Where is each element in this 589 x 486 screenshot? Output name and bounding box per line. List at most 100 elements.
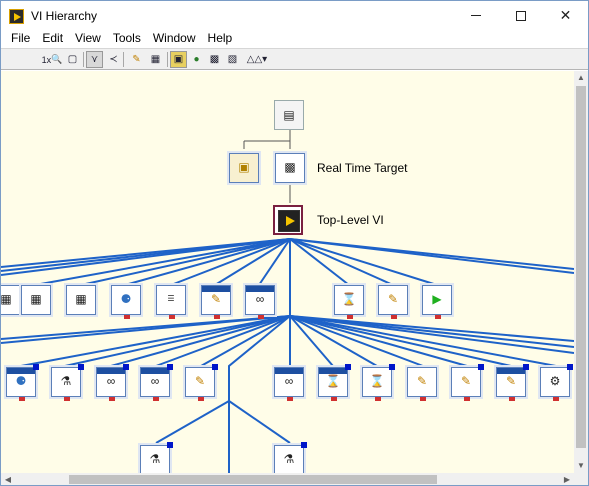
- subvi-node[interactable]: ∞: [96, 364, 129, 401]
- menu-edit[interactable]: Edit: [36, 29, 69, 47]
- layout-horizontal-icon[interactable]: ≺: [105, 51, 122, 68]
- menu-file[interactable]: File: [5, 29, 36, 47]
- modified-marker-icon: [212, 364, 218, 370]
- sequence-icon: ⚗: [149, 452, 161, 466]
- subvi-node[interactable]: ∞: [245, 285, 275, 319]
- include-globals-icon[interactable]: ●: [188, 51, 205, 68]
- toolbar-separator: [123, 52, 124, 67]
- pencil-icon: ✎: [387, 292, 399, 306]
- subvi-node[interactable]: ▦: [1, 285, 21, 315]
- minimize-button[interactable]: [453, 1, 498, 30]
- subvi-node[interactable]: ✎: [185, 364, 218, 401]
- menu-tools[interactable]: Tools: [107, 29, 147, 47]
- realtime-target-icon: ▩: [284, 160, 296, 174]
- project-icon: ▤: [283, 108, 295, 122]
- fpga-target-icon: ▣: [238, 160, 250, 174]
- error-terminal-icon: [109, 397, 115, 401]
- target-node-realtime[interactable]: ▩: [275, 153, 305, 183]
- error-terminal-icon: [435, 315, 441, 319]
- modified-marker-icon: [167, 442, 173, 448]
- pencil-icon[interactable]: ✎: [128, 51, 145, 68]
- labels-dropdown-icon[interactable]: △△▾: [245, 51, 269, 68]
- error-terminal-icon: [19, 397, 25, 401]
- layout-vertical-icon[interactable]: ⋎: [86, 51, 103, 68]
- subvi-node[interactable]: ✎: [451, 364, 484, 401]
- show-all-vis-icon[interactable]: ▧: [224, 51, 241, 68]
- close-button[interactable]: ✕: [543, 1, 588, 30]
- subvi-node[interactable]: ✎: [201, 285, 231, 319]
- menu-window[interactable]: Window: [147, 29, 202, 47]
- scroll-up-icon[interactable]: ▲: [574, 71, 588, 85]
- pencil-icon: ✎: [416, 374, 428, 388]
- config-icon: ⚙: [549, 374, 561, 388]
- database-icon: ⚈: [15, 374, 27, 388]
- subvi-node[interactable]: ∞: [140, 364, 173, 401]
- database-delete-icon: ⚈: [120, 292, 132, 306]
- pencil-icon: ✎: [194, 374, 206, 388]
- project-node[interactable]: ▤: [274, 100, 304, 130]
- subvi-node[interactable]: ⚈: [6, 364, 39, 401]
- scroll-left-icon[interactable]: ◀: [1, 473, 15, 485]
- start-icon: ▶: [432, 292, 442, 306]
- toolbar-separator: [167, 52, 168, 67]
- wait-warning-icon: ⌛: [341, 292, 357, 306]
- subvi-icon: ▦: [75, 292, 87, 306]
- subvi-node[interactable]: ⌛: [362, 364, 395, 401]
- modified-marker-icon: [389, 364, 395, 370]
- horizontal-scroll-thumb[interactable]: [69, 475, 437, 484]
- property-glasses-icon: ∞: [150, 374, 160, 388]
- zoom-level-button[interactable]: 1x 🔍: [41, 51, 63, 68]
- zoom-fit-icon[interactable]: ▢: [64, 51, 81, 68]
- wait-warning-icon: ⌛: [369, 374, 385, 388]
- menu-view[interactable]: View: [69, 29, 107, 47]
- error-terminal-icon: [553, 397, 559, 401]
- scroll-right-icon[interactable]: ▶: [560, 473, 574, 485]
- close-icon: ✕: [559, 7, 572, 23]
- subvi-node[interactable]: ▦: [66, 285, 96, 315]
- vertical-scrollbar[interactable]: ▲ ▼: [574, 71, 588, 473]
- subvi-node[interactable]: ⌛: [334, 285, 364, 319]
- maximize-button[interactable]: [498, 1, 543, 30]
- error-terminal-icon: [375, 397, 381, 401]
- include-typedefs-icon[interactable]: ▩: [206, 51, 223, 68]
- subvi-node[interactable]: ⚗: [140, 442, 173, 473]
- modified-marker-icon: [523, 364, 529, 370]
- subvi-node[interactable]: ⚙: [540, 364, 573, 401]
- top-level-vi-label: Top-Level VI: [317, 213, 384, 227]
- scroll-down-icon[interactable]: ▼: [574, 459, 588, 473]
- subvi-node[interactable]: ⚗: [274, 442, 307, 473]
- subvi-node[interactable]: ✎: [496, 364, 529, 401]
- subvi-node[interactable]: ☰: [156, 285, 186, 319]
- wait-warning-icon: ⌛: [325, 374, 341, 388]
- hierarchy-canvas[interactable]: ▤ ▣ ▩ Real Time Target Top-Level VI ▦ ▦ …: [1, 71, 574, 473]
- vertical-scroll-thumb[interactable]: [576, 86, 586, 448]
- hierarchy-wires: [1, 129, 574, 473]
- error-terminal-icon: [153, 397, 159, 401]
- title-bar: VI Hierarchy ✕: [1, 1, 588, 31]
- property-glasses-icon: ∞: [284, 374, 294, 388]
- vi-hierarchy-window: VI Hierarchy ✕ File Edit View Tools Wind…: [0, 0, 589, 486]
- menu-help[interactable]: Help: [202, 29, 239, 47]
- subvi-node[interactable]: ⌛: [318, 364, 351, 401]
- toolbar: 1x 🔍 ▢ ⋎ ≺ ✎ ▦ ▣ ● ▩ ▧ △△▾: [1, 48, 588, 70]
- redo-layout-icon[interactable]: ▦: [147, 51, 164, 68]
- modified-marker-icon: [345, 364, 351, 370]
- include-vilib-icon[interactable]: ▣: [170, 51, 187, 68]
- horizontal-scrollbar[interactable]: ◀ ▶: [1, 473, 574, 485]
- menu-bar: File Edit View Tools Window Help: [1, 28, 588, 48]
- subvi-node[interactable]: ✎: [378, 285, 408, 319]
- subvi-node[interactable]: ▶: [422, 285, 452, 319]
- subvi-node[interactable]: ✎: [407, 367, 437, 401]
- subvi-node[interactable]: ⚗: [51, 364, 84, 401]
- top-level-vi-icon: [278, 210, 300, 232]
- subvi-node[interactable]: ∞: [274, 367, 304, 401]
- error-terminal-icon: [509, 397, 515, 401]
- error-terminal-icon: [258, 315, 264, 319]
- target-node-fpga[interactable]: ▣: [229, 153, 259, 183]
- subvi-node[interactable]: ▦: [21, 285, 51, 315]
- error-terminal-icon: [347, 315, 353, 319]
- subvi-node[interactable]: ⚈: [111, 285, 141, 319]
- modified-marker-icon: [123, 364, 129, 370]
- error-terminal-icon: [420, 397, 426, 401]
- top-level-vi-node[interactable]: [273, 205, 303, 235]
